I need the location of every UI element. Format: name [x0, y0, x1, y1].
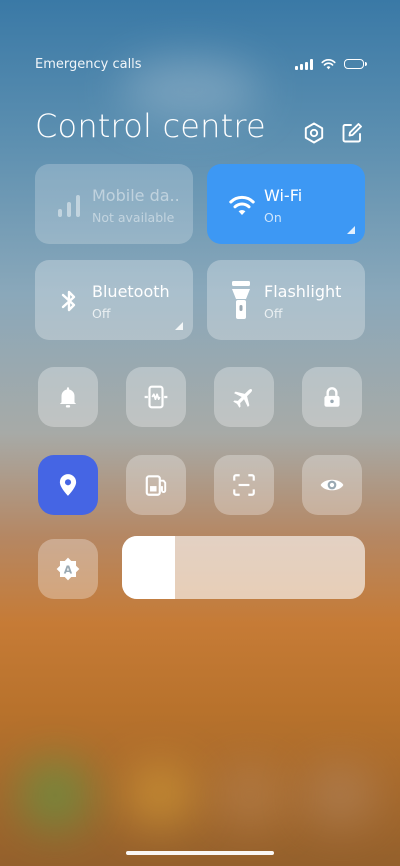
- wallpaper-blob: [215, 765, 285, 825]
- expand-corner-icon[interactable]: [175, 322, 183, 330]
- page-title: Control centre: [35, 107, 266, 145]
- eye-icon: [320, 479, 344, 491]
- bell-icon: [59, 387, 77, 408]
- wallpaper-blob: [20, 760, 90, 830]
- wifi-icon: [321, 59, 336, 70]
- status-bar: Emergency calls o: [35, 54, 367, 74]
- home-indicator[interactable]: [126, 851, 274, 855]
- edit-icon[interactable]: [340, 121, 364, 145]
- flashlight-label: Flashlight: [264, 282, 342, 301]
- mobile-data-icon: [58, 195, 80, 217]
- vibrate-toggle[interactable]: [126, 367, 186, 427]
- wallpaper-blob: [305, 765, 375, 825]
- auto-brightness-icon: A: [56, 557, 80, 581]
- bluetooth-state: Off: [92, 306, 111, 321]
- flashlight-icon: [232, 281, 250, 319]
- screenshot-icon: [233, 474, 255, 496]
- carrier-text: Emergency calls o: [35, 56, 143, 72]
- signal-icon: [295, 58, 313, 70]
- brightness-slider[interactable]: [122, 536, 365, 599]
- screenshot-toggle[interactable]: [214, 455, 274, 515]
- mobile-data-state: Not available: [92, 210, 175, 225]
- bluetooth-label: Bluetooth: [92, 282, 170, 301]
- wifi-state: On: [264, 210, 282, 225]
- gear-icon[interactable]: [302, 121, 326, 145]
- airplane-toggle[interactable]: [214, 367, 274, 427]
- lock-icon: [324, 387, 340, 407]
- wifi-label: Wi-Fi: [264, 186, 303, 205]
- battery-saver-toggle[interactable]: [126, 455, 186, 515]
- airplane-icon: [233, 388, 253, 408]
- status-icons: [295, 58, 367, 70]
- mobile-data-label: Mobile da..: [92, 186, 180, 205]
- wifi-tile[interactable]: Wi-Fi On: [207, 164, 365, 244]
- mobile-data-tile[interactable]: Mobile da.. Not available: [35, 164, 193, 244]
- flashlight-tile[interactable]: Flashlight Off: [207, 260, 365, 340]
- svg-text:A: A: [64, 563, 73, 576]
- battery-saver-icon: [145, 475, 167, 496]
- auto-brightness-button[interactable]: A: [38, 539, 98, 599]
- wifi-icon: [229, 195, 255, 215]
- bluetooth-tile[interactable]: Bluetooth Off: [35, 260, 193, 340]
- location-icon: [59, 474, 77, 496]
- battery-icon: [344, 59, 367, 69]
- expand-corner-icon[interactable]: [347, 226, 355, 234]
- wallpaper-blob: [125, 765, 195, 825]
- reading-mode-toggle[interactable]: [302, 455, 362, 515]
- vibrate-icon: [144, 385, 168, 409]
- bluetooth-icon: [61, 290, 76, 312]
- lock-toggle[interactable]: [302, 367, 362, 427]
- flashlight-state: Off: [264, 306, 283, 321]
- silent-toggle[interactable]: [38, 367, 98, 427]
- brightness-level-fill: [122, 536, 176, 599]
- location-toggle[interactable]: [38, 455, 98, 515]
